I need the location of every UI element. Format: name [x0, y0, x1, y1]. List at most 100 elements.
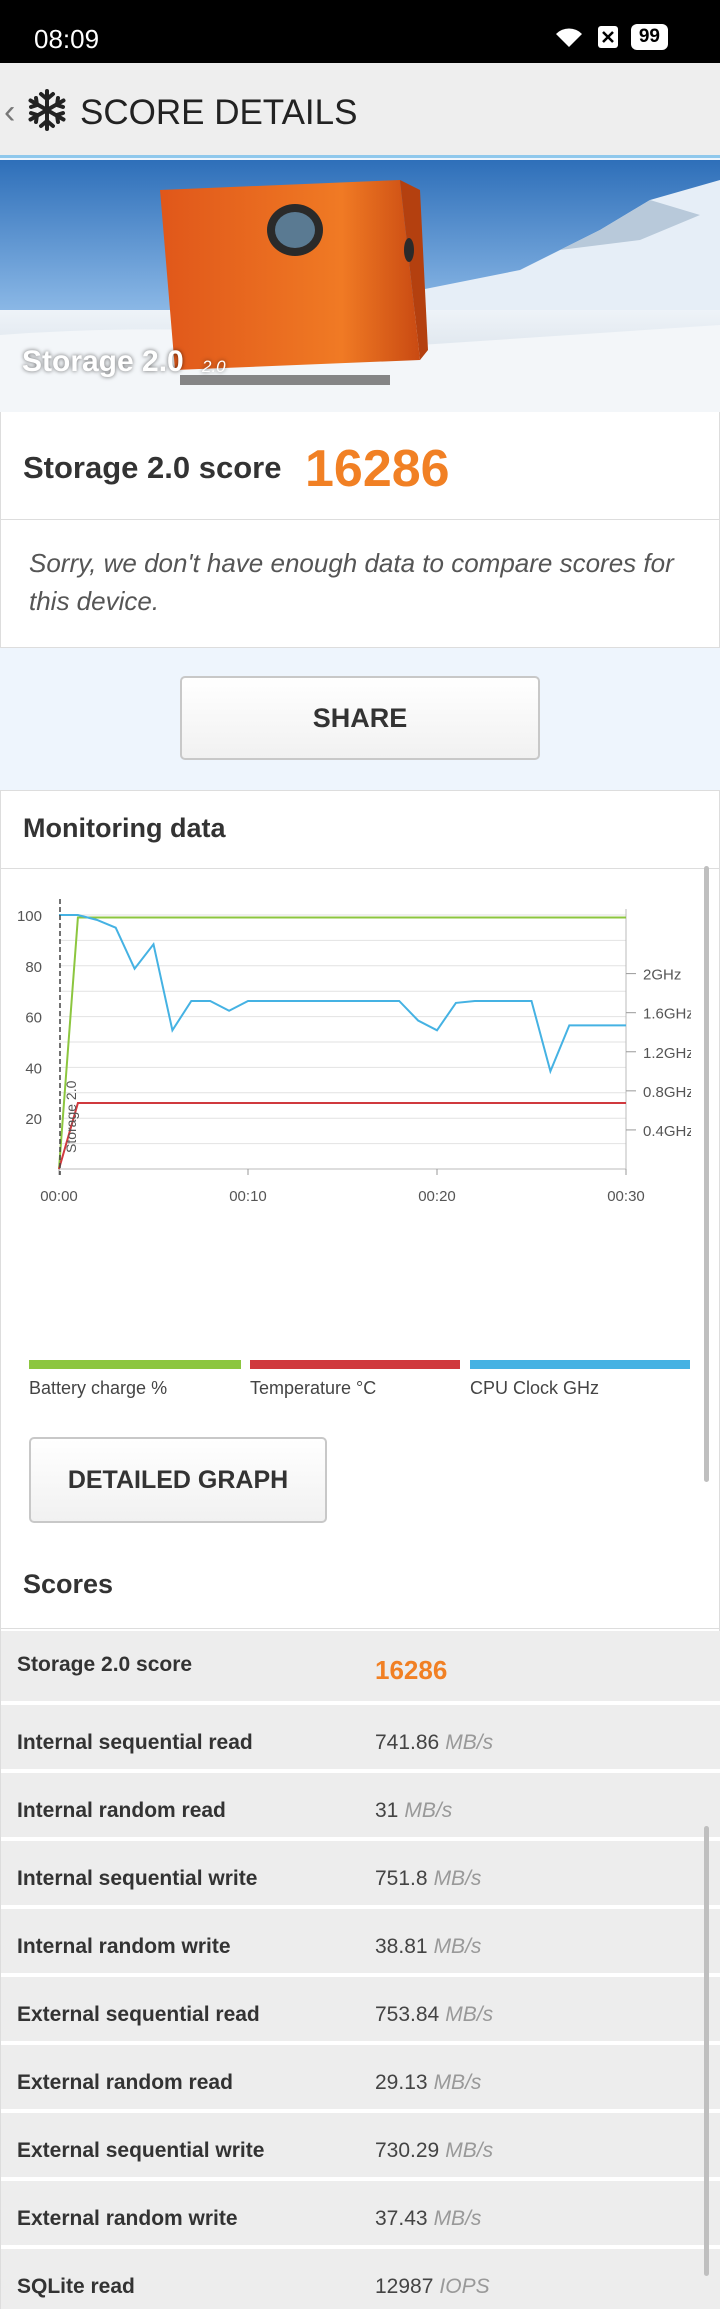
row-name: SQLite read: [17, 2275, 135, 2298]
row-unit: MB/s: [445, 1731, 494, 1754]
row-unit: MB/s: [445, 2003, 494, 2026]
row-value: 16286: [375, 1655, 447, 1686]
y-right-tick-label: 1.6GHz: [643, 1006, 691, 1023]
status-bar: 08:09 99: [0, 0, 720, 63]
legend-battery: Battery charge %: [29, 1360, 241, 1400]
row-name: Storage 2.0 score: [17, 1653, 193, 1676]
y-tick-label: 40: [25, 1060, 42, 1077]
y-right-tick-label: 0.8GHz: [643, 1084, 691, 1101]
score-card: Storage 2.0 score 16286: [0, 412, 720, 520]
row-value-number: 753.84: [375, 2003, 440, 2026]
y-tick-label: 80: [25, 959, 42, 976]
scores-table: Storage 2.0 score 16286 Internal sequentia…: [1, 1631, 720, 2309]
row-name: Internal random read: [17, 1799, 226, 1822]
table-row: External sequential write 730.29 MB/s: [1, 2113, 720, 2181]
compare-message: Sorry, we don't have enough data to comp…: [29, 548, 674, 616]
divider: [1, 868, 720, 869]
y-right-tick-label: 2GHz: [643, 967, 681, 984]
table-row: Storage 2.0 score 16286: [1, 1631, 720, 1705]
battery-indicator: 99: [630, 24, 668, 50]
row-value-number: 29.13: [375, 2071, 428, 2094]
row-value: 751.8 MB/s: [375, 1867, 481, 1891]
scrollbar[interactable]: [704, 866, 709, 1482]
row-unit: MB/s: [433, 2071, 482, 2094]
legend-cpu-swatch: [470, 1360, 690, 1369]
row-value-number: 751.8: [375, 1867, 428, 1890]
row-value-number: 741.86: [375, 1731, 440, 1754]
row-name: Internal sequential write: [17, 1867, 258, 1890]
row-unit: MB/s: [404, 1799, 453, 1822]
hero-title: Storage 2.0: [22, 345, 184, 378]
y-tick-label: 60: [25, 1010, 42, 1027]
wifi-icon: [555, 28, 582, 47]
row-value-number: 16286: [375, 1655, 448, 1685]
legend-battery-label: Battery charge %: [29, 1378, 168, 1398]
x-tick-label: 00:20: [418, 1188, 456, 1205]
table-row: External random read 29.13 MB/s: [1, 2045, 720, 2113]
monitoring-chart: 100 80 60 40 20 2GHz 1.6GHz 1.2GHz 0.8GHz 0.4GHz 0…: [17, 899, 691, 1205]
table-row: Internal random read 31 MB/s: [1, 1773, 720, 1841]
y-tick-label: 20: [25, 1111, 42, 1128]
table-row: SQLite read 12987 IOPS: [1, 2249, 720, 2309]
series-line-1: [58, 1101, 626, 1170]
share-button[interactable]: SHARE: [180, 676, 540, 760]
row-name: Internal random write: [17, 1935, 231, 1958]
x-tick-label: 00:10: [229, 1188, 267, 1205]
table-row: External random write 37.43 MB/s: [1, 2181, 720, 2249]
legend-cpu: CPU Clock GHz: [470, 1360, 690, 1400]
status-icons: 99: [553, 24, 668, 50]
row-value: 741.86 MB/s: [375, 1731, 493, 1755]
y-tick-label: 100: [17, 908, 42, 925]
row-value: 12987 IOPS: [375, 2275, 490, 2299]
x-tick-label: 00:30: [607, 1188, 645, 1205]
monitoring-card: Monitoring data 100 80 60 40 20 2GHz 1.6GHz 1.2…: [0, 790, 720, 2309]
legend-temperature-swatch: [250, 1360, 460, 1369]
marker-label: Storage 2.0: [63, 1080, 79, 1153]
row-value: 37.43 MB/s: [375, 2207, 481, 2231]
no-sim-icon: [597, 26, 618, 48]
series-line-2: [59, 914, 626, 1075]
row-name: External random write: [17, 2207, 238, 2230]
compare-card: Sorry, we don't have enough data to comp…: [0, 520, 720, 648]
snowflake-icon: [28, 89, 66, 131]
row-unit: IOPS: [439, 2275, 490, 2298]
y-right-tick-label: 1.2GHz: [643, 1045, 691, 1062]
hero-banner: Storage 2.0 2.0: [0, 160, 720, 412]
row-unit: MB/s: [433, 1867, 482, 1890]
detailed-graph-button[interactable]: DETAILED GRAPH: [29, 1437, 327, 1523]
scores-title: Scores: [23, 1569, 114, 1599]
row-value: 29.13 MB/s: [375, 2071, 481, 2095]
table-row: Internal random write 38.81 MB/s: [1, 1909, 720, 1977]
row-unit: MB/s: [433, 1935, 482, 1958]
back-chevron-icon[interactable]: ‹: [4, 93, 15, 132]
legend-battery-swatch: [29, 1360, 241, 1369]
legend-temperature: Temperature °C: [250, 1360, 460, 1400]
row-value: 730.29 MB/s: [375, 2139, 493, 2163]
hero-version: 2.0: [202, 357, 226, 376]
legend-cpu-label: CPU Clock GHz: [470, 1378, 600, 1398]
y-right-tick-label: 0.4GHz: [643, 1123, 691, 1140]
row-value-number: 12987: [375, 2275, 434, 2298]
row-value-number: 37.43: [375, 2207, 428, 2230]
page-title: SCORE DETAILS: [80, 93, 358, 132]
row-value: 753.84 MB/s: [375, 2003, 493, 2027]
scrollbar[interactable]: [704, 1826, 709, 2276]
monitoring-title: Monitoring data: [23, 813, 226, 843]
x-tick-label: 00:00: [40, 1188, 78, 1205]
legend-temperature-label: Temperature °C: [250, 1378, 377, 1398]
table-row: Internal sequential read 741.86 MB/s: [1, 1705, 720, 1773]
row-value: 38.81 MB/s: [375, 1935, 481, 1959]
status-time: 08:09: [34, 24, 100, 54]
row-value-number: 38.81: [375, 1935, 428, 1958]
table-row: Internal sequential write 751.8 MB/s: [1, 1841, 720, 1909]
score-label: Storage 2.0 score: [23, 450, 282, 485]
app-bar: ‹ SCORE DETAILS: [0, 63, 720, 158]
row-unit: MB/s: [445, 2139, 494, 2162]
row-value-number: 31: [375, 1799, 399, 1822]
row-name: Internal sequential read: [17, 1731, 253, 1754]
row-value-number: 730.29: [375, 2139, 440, 2162]
divider: [1, 1628, 720, 1629]
score-value: 16286: [305, 440, 450, 498]
row-unit: MB/s: [433, 2207, 482, 2230]
row-name: External random read: [17, 2071, 233, 2094]
